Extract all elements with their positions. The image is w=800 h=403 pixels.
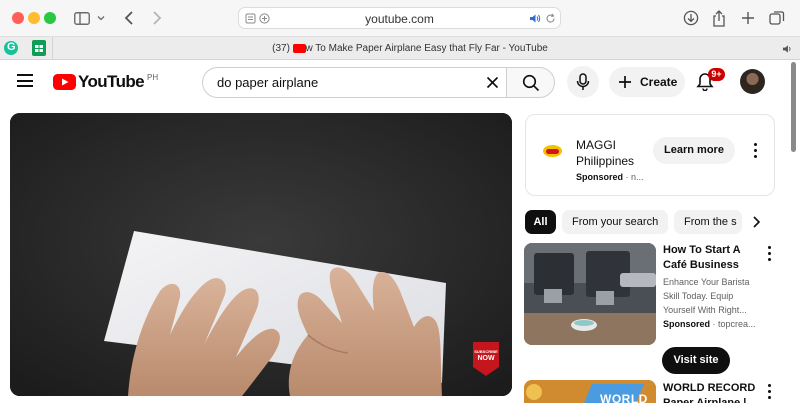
world-record-more-options-icon[interactable] xyxy=(764,382,774,400)
chip-from-the-series[interactable]: From the s xyxy=(674,210,742,234)
video-player[interactable]: SUBSCRIBE NOW xyxy=(10,113,512,396)
create-button[interactable]: Create xyxy=(609,67,685,97)
video-frame-image xyxy=(10,113,512,396)
visit-site-button[interactable]: Visit site xyxy=(662,347,730,374)
world-record-thumbnail[interactable]: WORLD xyxy=(524,380,656,403)
address-url: youtube.com xyxy=(365,12,434,26)
page-scrollbar[interactable] xyxy=(791,62,796,152)
more-options-icon[interactable] xyxy=(750,141,760,159)
badge-subscribe-text: SUBSCRIBE xyxy=(474,349,498,354)
microphone-icon xyxy=(576,73,590,90)
close-window-button[interactable] xyxy=(12,12,24,24)
region-code: PH xyxy=(147,72,159,82)
plus-icon xyxy=(619,76,631,88)
sponsored-ad-card[interactable]: MAGGI Philippines Sponsored · n... Learn… xyxy=(525,114,775,196)
zoom-window-button[interactable] xyxy=(44,12,56,24)
chips-next-chevron-icon[interactable] xyxy=(749,215,763,229)
world-record-details[interactable]: WORLD RECORD Paper Airplane | ... xyxy=(663,381,759,403)
cafe-ad-title: How To Start A Café Business xyxy=(663,244,741,271)
cafe-ad-details[interactable]: How To Start A Café Business Enhance You… xyxy=(663,243,759,331)
sidebar-toggle-icon[interactable] xyxy=(72,8,92,28)
menu-hamburger-icon[interactable] xyxy=(17,74,33,87)
youtube-play-logo-icon xyxy=(53,74,76,90)
subscribe-now-badge[interactable]: SUBSCRIBE NOW xyxy=(473,342,499,376)
cafe-ad-sponsored-line: Sponsored · topcrea... xyxy=(663,317,759,331)
tab-bar: G (37) How To Make Paper Airplane Easy t… xyxy=(0,36,800,61)
youtube-logo-text: YouTube xyxy=(78,72,145,91)
browser-toolbar: youtube.com xyxy=(0,0,800,36)
cafe-ad-description: Enhance Your Barista Skill Today. Equip … xyxy=(663,277,750,315)
notification-badge: 9+ xyxy=(708,68,725,81)
thumbnail-world-text: WORLD xyxy=(600,392,648,403)
maggi-logo-icon xyxy=(543,145,562,157)
cafe-ad-thumbnail[interactable] xyxy=(524,243,656,345)
address-bar[interactable]: youtube.com xyxy=(238,7,561,29)
active-tab[interactable]: (37) How To Make Paper Airplane Easy tha… xyxy=(0,43,800,54)
youtube-favicon-icon xyxy=(293,44,306,53)
audio-playing-icon[interactable] xyxy=(529,13,541,24)
create-label: Create xyxy=(640,75,678,89)
learn-more-button[interactable]: Learn more xyxy=(653,137,735,164)
tab-audio-icon[interactable] xyxy=(782,44,793,54)
search-icon xyxy=(522,74,539,91)
advertiser-name: MAGGI Philippines xyxy=(576,138,635,168)
forward-arrow-icon[interactable] xyxy=(147,8,167,28)
tab-overview-icon[interactable] xyxy=(767,8,787,28)
ad-source: · n... xyxy=(623,172,644,182)
chip-all[interactable]: All xyxy=(525,210,556,234)
reload-icon[interactable] xyxy=(545,13,556,24)
cafe-more-options-icon[interactable] xyxy=(764,244,774,262)
tab-group-chevron-icon[interactable] xyxy=(94,8,108,28)
badge-now-text: NOW xyxy=(477,355,495,362)
minimize-window-button[interactable] xyxy=(28,12,40,24)
downloads-icon[interactable] xyxy=(681,8,701,28)
clear-search-icon[interactable] xyxy=(486,76,499,89)
world-record-title: WORLD RECORD Paper Airplane | ... xyxy=(663,382,759,403)
youtube-header: YouTube PH do paper airplane Create 9+ xyxy=(0,60,800,106)
back-arrow-icon[interactable] xyxy=(119,8,139,28)
search-input[interactable]: do paper airplane xyxy=(202,67,508,98)
chip-from-your-search[interactable]: From your search xyxy=(562,210,668,234)
sponsored-label: Sponsored xyxy=(576,172,624,182)
new-tab-plus-icon[interactable] xyxy=(738,8,758,28)
search-button[interactable] xyxy=(506,67,555,98)
ad-sponsored-line: Sponsored · n... xyxy=(576,172,644,182)
avatar[interactable] xyxy=(740,69,765,94)
cafe-ad-source: · topcrea... xyxy=(710,319,756,329)
cafe-sponsored-label: Sponsored xyxy=(663,319,711,329)
youtube-logo[interactable]: YouTube PH xyxy=(53,71,158,93)
voice-search-button[interactable] xyxy=(567,66,599,98)
share-icon[interactable] xyxy=(709,8,729,28)
search-query: do paper airplane xyxy=(217,75,319,90)
